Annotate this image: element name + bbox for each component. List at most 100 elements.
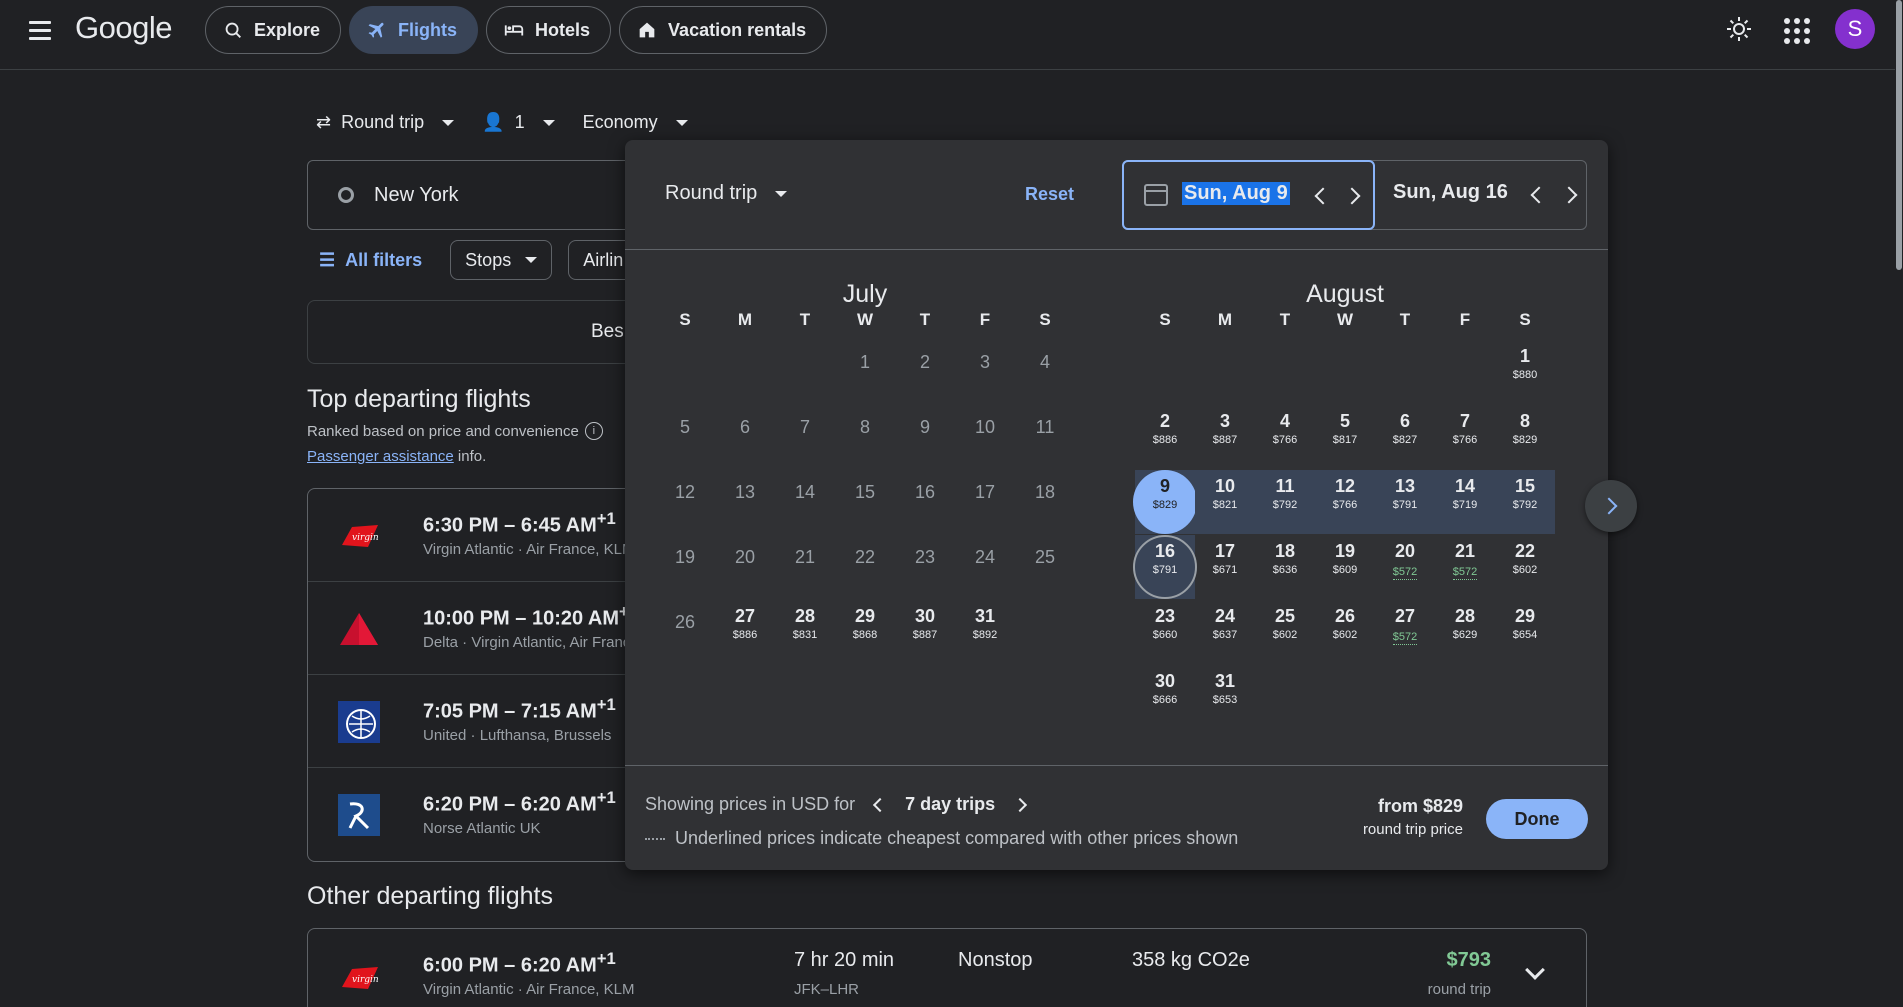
- calendar-day[interactable]: 4 $766: [1255, 405, 1315, 469]
- calendar-day[interactable]: 15 $792: [1495, 470, 1555, 534]
- calendar-day[interactable]: 22: [835, 535, 895, 599]
- calendar-day[interactable]: 27 $572: [1375, 600, 1435, 664]
- other-flight-row[interactable]: virgin 6:00 PM – 6:20 AM+1 Virgin Atlant…: [307, 928, 1587, 1007]
- calendar-day[interactable]: 29 $868: [835, 600, 895, 664]
- chevron-down-icon[interactable]: [1525, 960, 1545, 980]
- calendar-day[interactable]: 17: [955, 470, 1015, 534]
- calendar-day[interactable]: 25 $602: [1255, 600, 1315, 664]
- avatar[interactable]: S: [1835, 9, 1875, 49]
- flight-time-text: 7:05 PM – 7:15 AM: [423, 700, 597, 723]
- calendar-day[interactable]: 20 $572: [1375, 535, 1435, 599]
- passenger-assistance-link[interactable]: Passenger assistance: [307, 448, 454, 465]
- theme-toggle-icon[interactable]: [1724, 14, 1754, 44]
- calendar-day[interactable]: 1: [835, 340, 895, 404]
- calendar-day[interactable]: 1 $880: [1495, 340, 1555, 404]
- trip-type-select[interactable]: ⇄ Round trip: [316, 112, 455, 133]
- calendar-day[interactable]: 22 $602: [1495, 535, 1555, 599]
- calendar-day[interactable]: 3: [955, 340, 1015, 404]
- apps-grid-icon[interactable]: [1780, 14, 1810, 44]
- calendar-day[interactable]: 10 $821: [1195, 470, 1255, 534]
- flight-time-text: 6:00 PM – 6:20 AM: [423, 954, 597, 977]
- prev-departure-icon[interactable]: [1314, 187, 1332, 205]
- calendar-day[interactable]: 18 $636: [1255, 535, 1315, 599]
- passengers-select[interactable]: 👤 1: [482, 112, 555, 133]
- calendar-day[interactable]: 19 $609: [1315, 535, 1375, 599]
- calendar-day[interactable]: 31 $892: [955, 600, 1015, 664]
- calendar-day[interactable]: 12 $766: [1315, 470, 1375, 534]
- calendar-day[interactable]: 15: [835, 470, 895, 534]
- calendar-day[interactable]: 13: [715, 470, 775, 534]
- calendar-day[interactable]: 30 $666: [1135, 665, 1195, 729]
- calendar-day[interactable]: 5: [655, 405, 715, 469]
- prev-duration-icon[interactable]: [873, 797, 888, 812]
- calendar-day[interactable]: 8: [835, 405, 895, 469]
- calendar-day[interactable]: 26 $602: [1315, 600, 1375, 664]
- calendar-day[interactable]: 13 $791: [1375, 470, 1435, 534]
- tab-flights[interactable]: Flights: [349, 6, 479, 54]
- calendar-day[interactable]: 21: [775, 535, 835, 599]
- prev-return-icon[interactable]: [1530, 186, 1548, 204]
- calendar-day[interactable]: 6: [715, 405, 775, 469]
- calendar-day[interactable]: 7: [775, 405, 835, 469]
- tab-vacation-rentals[interactable]: Vacation rentals: [619, 6, 828, 54]
- calendar-day[interactable]: 19: [655, 535, 715, 599]
- next-return-icon[interactable]: [1560, 186, 1578, 204]
- calendar-day[interactable]: 25: [1015, 535, 1075, 599]
- next-month-button[interactable]: [1585, 480, 1637, 532]
- calendar-day[interactable]: 24: [955, 535, 1015, 599]
- calendar-day[interactable]: 11 $792: [1255, 470, 1315, 534]
- calendar-day[interactable]: 2: [895, 340, 955, 404]
- calendar-day[interactable]: 29 $654: [1495, 600, 1555, 664]
- info-icon[interactable]: i: [584, 422, 603, 440]
- next-duration-icon[interactable]: [1013, 797, 1028, 812]
- all-filters-button[interactable]: ☰ All filters: [307, 250, 434, 271]
- calendar-day[interactable]: 3 $887: [1195, 405, 1255, 469]
- done-button[interactable]: Done: [1486, 799, 1588, 839]
- calendar-day[interactable]: 4: [1015, 340, 1075, 404]
- calendar-day[interactable]: 28 $629: [1435, 600, 1495, 664]
- calendar-day[interactable]: 31 $653: [1195, 665, 1255, 729]
- return-date-value[interactable]: Sun, Aug 16: [1393, 181, 1508, 204]
- calendar-day[interactable]: 21 $572: [1435, 535, 1495, 599]
- calendar-day[interactable]: 14 $719: [1435, 470, 1495, 534]
- cabin-select[interactable]: Economy: [583, 112, 688, 133]
- reset-button[interactable]: Reset: [1025, 184, 1074, 205]
- weekday-label: S: [679, 310, 691, 329]
- calendar-day[interactable]: 20: [715, 535, 775, 599]
- calendar-day[interactable]: 2 $886: [1135, 405, 1195, 469]
- calendar-day[interactable]: 5 $817: [1315, 405, 1375, 469]
- main-menu-icon[interactable]: [22, 12, 58, 48]
- calendar-day[interactable]: 27 $886: [715, 600, 775, 664]
- calendar-day[interactable]: 14: [775, 470, 835, 534]
- calendar-day[interactable]: 10: [955, 405, 1015, 469]
- calendar-day[interactable]: 12: [655, 470, 715, 534]
- calendar-day[interactable]: 8 $829: [1495, 405, 1555, 469]
- from-price-sub: round trip price: [1362, 821, 1463, 838]
- scrollbar-thumb[interactable]: [1896, 0, 1902, 270]
- calendar-day[interactable]: 23: [895, 535, 955, 599]
- picker-trip-type-select[interactable]: Round trip: [665, 182, 788, 205]
- calendar-day[interactable]: 16: [895, 470, 955, 534]
- calendar-day[interactable]: 11: [1015, 405, 1075, 469]
- calendar-day[interactable]: 30 $887: [895, 600, 955, 664]
- calendar-day[interactable]: 6 $827: [1375, 405, 1435, 469]
- calendar-day[interactable]: 23 $660: [1135, 600, 1195, 664]
- calendar-day[interactable]: 26: [655, 600, 715, 664]
- sort-best-label[interactable]: Bes: [591, 321, 624, 343]
- calendar-day[interactable]: 18: [1015, 470, 1075, 534]
- page-scrollbar[interactable]: [1895, 0, 1903, 1007]
- calendar-day[interactable]: 7 $766: [1435, 405, 1495, 469]
- day-price: $637: [1212, 629, 1238, 641]
- calendar-day[interactable]: 9: [895, 405, 955, 469]
- calendar-day[interactable]: 9 $829: [1135, 470, 1195, 534]
- calendar-day[interactable]: 16 $791: [1135, 535, 1195, 599]
- departure-date-field[interactable]: Sun, Aug 9: [1122, 160, 1375, 230]
- calendar-day[interactable]: 17 $671: [1195, 535, 1255, 599]
- tab-hotels[interactable]: Hotels: [486, 6, 612, 54]
- google-logo[interactable]: Google: [75, 10, 172, 46]
- calendar-day[interactable]: 24 $637: [1195, 600, 1255, 664]
- stops-filter[interactable]: Stops: [450, 240, 553, 280]
- tab-explore[interactable]: Explore: [205, 6, 342, 54]
- calendar-day[interactable]: 28 $831: [775, 600, 835, 664]
- next-departure-icon[interactable]: [1343, 187, 1361, 205]
